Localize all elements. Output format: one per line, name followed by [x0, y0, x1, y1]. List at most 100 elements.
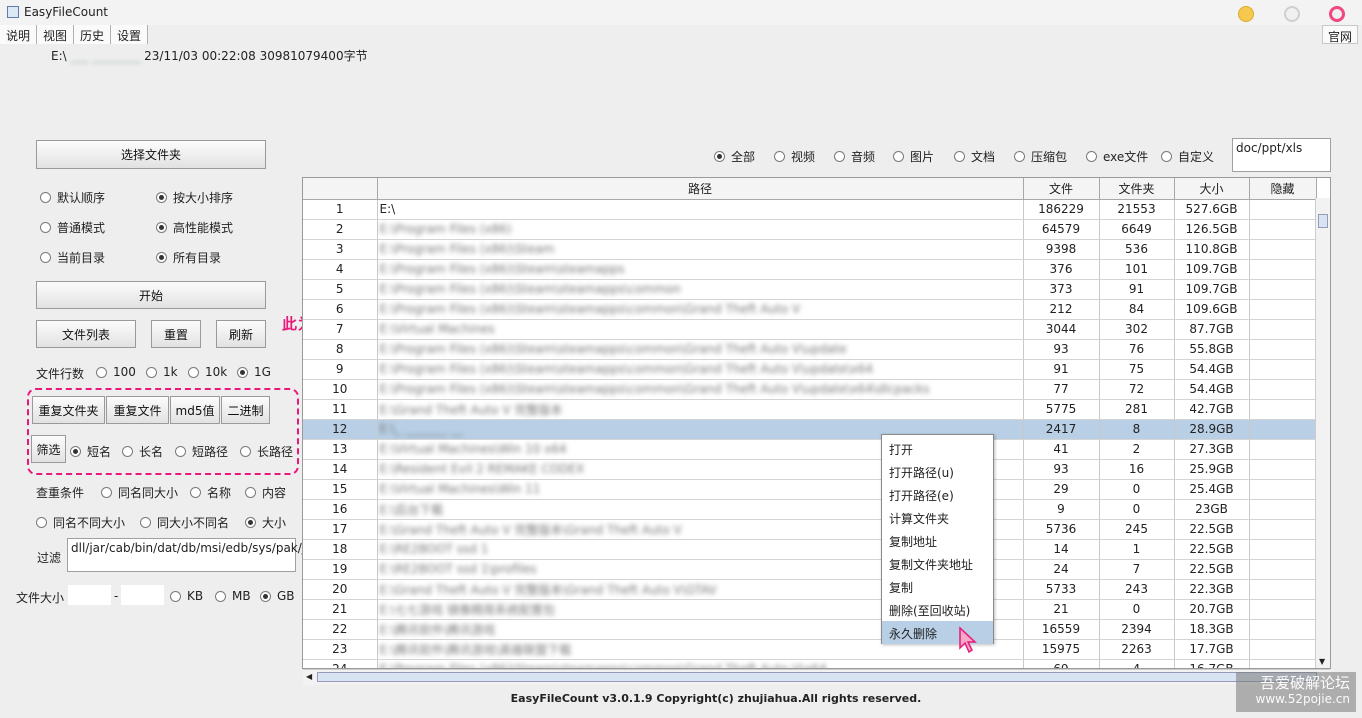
- select-folder-button[interactable]: 选择文件夹: [36, 140, 266, 169]
- md5-button[interactable]: md5值: [170, 396, 220, 424]
- type-archive-radio[interactable]: 压缩包: [1014, 148, 1067, 165]
- cell-hidden[interactable]: [1249, 599, 1317, 620]
- cell-folders[interactable]: 72: [1099, 379, 1175, 400]
- table-row[interactable]: 8 E:\Program Files (x86)\Steam\steamapps\…: [303, 339, 1317, 360]
- cell-hidden[interactable]: [1249, 399, 1317, 420]
- cell-hidden[interactable]: [1249, 479, 1317, 500]
- ctx-open[interactable]: 打开: [882, 437, 993, 460]
- cell-path[interactable]: E:\Program Files (x86): [377, 219, 1024, 240]
- cell-size[interactable]: 527.6GB: [1174, 199, 1250, 220]
- cell-size[interactable]: 54.4GB: [1174, 359, 1250, 380]
- cell-hidden[interactable]: [1249, 559, 1317, 580]
- cell-folders[interactable]: 84: [1099, 299, 1175, 320]
- vertical-scrollbar[interactable]: ▼: [1315, 198, 1330, 668]
- cell-hidden[interactable]: [1249, 659, 1317, 668]
- table-row[interactable]: 6 E:\Program Files (x86)\Steam\steamapps\…: [303, 299, 1317, 320]
- cell-hidden[interactable]: [1249, 459, 1317, 480]
- cell-index[interactable]: 2: [303, 219, 378, 240]
- cell-index[interactable]: 11: [303, 399, 378, 420]
- cell-files[interactable]: 5733: [1023, 579, 1100, 600]
- table-row[interactable]: 3 E:\Program Files (x86)\Steam 9398 536 110.…: [303, 239, 1317, 260]
- long-path-radio[interactable]: 长路径: [240, 443, 293, 460]
- radio-indicator[interactable]: [70, 446, 81, 457]
- cell-hidden[interactable]: [1249, 219, 1317, 240]
- type-image-radio[interactable]: 图片: [893, 148, 934, 165]
- cell-hidden[interactable]: [1249, 499, 1317, 520]
- table-row[interactable]: 11 E:\Grand Theft Auto V 完整版本 5775 281 42.7G…: [303, 399, 1317, 420]
- scope-current-radio[interactable]: 当前目录: [40, 249, 105, 266]
- cell-files[interactable]: 93: [1023, 339, 1100, 360]
- col-header-folders[interactable]: 文件夹: [1099, 178, 1175, 200]
- cell-folders[interactable]: 245: [1099, 519, 1175, 540]
- cell-size[interactable]: 22.3GB: [1174, 579, 1250, 600]
- ctx-open-path-u[interactable]: 打开路径(u): [882, 460, 993, 483]
- size-max-input[interactable]: [121, 585, 164, 605]
- cell-folders[interactable]: 0: [1099, 499, 1175, 520]
- table-row[interactable]: 23 E:\腾讯软件\腾讯游戏\英雄联盟下载 15975 2263 17.7GB: [303, 639, 1317, 660]
- cell-hidden[interactable]: [1249, 259, 1317, 280]
- cell-index[interactable]: 4: [303, 259, 378, 280]
- type-all-radio[interactable]: 全部: [714, 148, 755, 165]
- cell-folders[interactable]: 1: [1099, 539, 1175, 560]
- cell-index[interactable]: 8: [303, 339, 378, 360]
- cell-hidden[interactable]: [1249, 419, 1317, 440]
- radio-indicator[interactable]: [170, 590, 181, 602]
- cell-size[interactable]: 20.7GB: [1174, 599, 1250, 620]
- radio-indicator[interactable]: [101, 487, 112, 498]
- cell-index[interactable]: 24: [303, 659, 378, 668]
- cell-files[interactable]: 69: [1023, 659, 1100, 668]
- cell-hidden[interactable]: [1249, 239, 1317, 260]
- cell-folders[interactable]: 4: [1099, 659, 1175, 668]
- menu-settings[interactable]: 设置: [111, 25, 149, 44]
- cell-path[interactable]: E:\Program Files (x86)\Steam\steamapps\c…: [377, 379, 1024, 400]
- type-custom-radio[interactable]: 自定义: [1161, 148, 1214, 165]
- cell-files[interactable]: 64579: [1023, 219, 1100, 240]
- cell-files[interactable]: 41: [1023, 439, 1100, 460]
- cell-index[interactable]: 16: [303, 499, 378, 520]
- cell-hidden[interactable]: [1249, 299, 1317, 320]
- ctx-copy-folder-address[interactable]: 复制文件夹地址: [882, 552, 993, 575]
- cell-files[interactable]: 24: [1023, 559, 1100, 580]
- cell-path[interactable]: E:\Program Files (x86)\Steam\steamapps\c…: [377, 299, 1024, 320]
- start-button[interactable]: 开始: [36, 281, 266, 309]
- radio-indicator[interactable]: [245, 517, 256, 528]
- cell-folders[interactable]: 16: [1099, 459, 1175, 480]
- cell-index[interactable]: 3: [303, 239, 378, 260]
- radio-indicator[interactable]: [122, 446, 133, 457]
- cell-path[interactable]: E:\Program Files (x86)\Steam\steamapps\c…: [377, 339, 1024, 360]
- cell-folders[interactable]: 243: [1099, 579, 1175, 600]
- same-name-size-radio[interactable]: 同名同大小: [101, 484, 178, 501]
- cell-size[interactable]: 22.5GB: [1174, 519, 1250, 540]
- horizontal-scroll-thumb[interactable]: [317, 672, 1317, 682]
- reset-button[interactable]: 重置: [151, 320, 201, 348]
- radio-indicator[interactable]: [260, 590, 271, 602]
- scroll-down-arrow-icon[interactable]: ▼: [1319, 657, 1325, 666]
- cell-index[interactable]: 23: [303, 639, 378, 660]
- cell-size[interactable]: 22.5GB: [1174, 539, 1250, 560]
- cell-hidden[interactable]: [1249, 339, 1317, 360]
- col-header-hidden[interactable]: 隐藏: [1249, 178, 1317, 200]
- cell-hidden[interactable]: [1249, 519, 1317, 540]
- lines-100-radio[interactable]: 100: [96, 365, 136, 379]
- cell-size[interactable]: 109.7GB: [1174, 259, 1250, 280]
- table-row[interactable]: 2 E:\Program Files (x86) 64579 6649 126.5GB: [303, 219, 1317, 240]
- cell-size[interactable]: 28.9GB: [1174, 419, 1250, 440]
- cell-index[interactable]: 5: [303, 279, 378, 300]
- cell-folders[interactable]: 281: [1099, 399, 1175, 420]
- cell-size[interactable]: 27.3GB: [1174, 439, 1250, 460]
- cell-index[interactable]: 7: [303, 319, 378, 340]
- cell-size[interactable]: 109.6GB: [1174, 299, 1250, 320]
- radio-indicator[interactable]: [215, 590, 226, 602]
- scope-all-radio[interactable]: 所有目录: [156, 249, 221, 266]
- type-exe-radio[interactable]: exe文件: [1086, 148, 1148, 165]
- cell-folders[interactable]: 2394: [1099, 619, 1175, 640]
- cell-folders[interactable]: 6649: [1099, 219, 1175, 240]
- cell-files[interactable]: 29: [1023, 479, 1100, 500]
- cell-files[interactable]: 91: [1023, 359, 1100, 380]
- refresh-button[interactable]: 刷新: [216, 320, 266, 348]
- filter-button[interactable]: 筛选: [31, 435, 66, 463]
- cell-files[interactable]: 21: [1023, 599, 1100, 620]
- table-row[interactable]: 22 E:\腾讯软件\腾讯游戏 16559 2394 18.3GB: [303, 619, 1317, 640]
- cell-size[interactable]: 18.3GB: [1174, 619, 1250, 640]
- cell-folders[interactable]: 75: [1099, 359, 1175, 380]
